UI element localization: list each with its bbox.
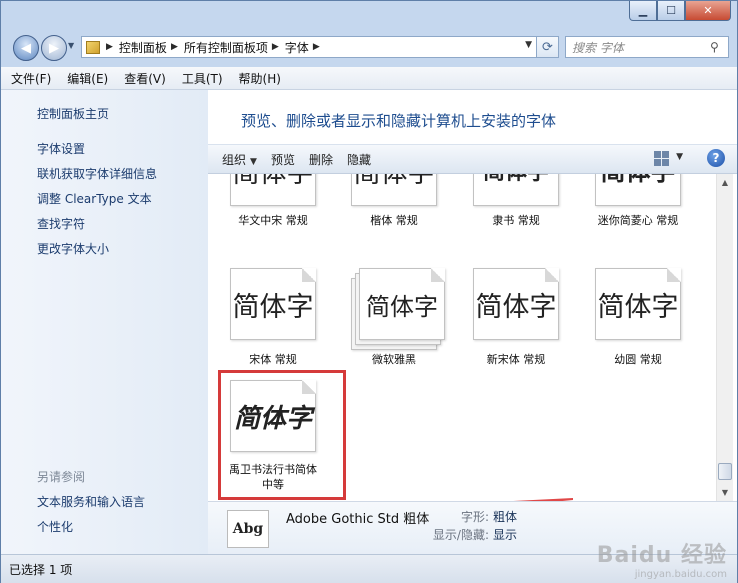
font-grid: 简体字 华文中宋 常规 简体字 楷体 常规 简体字 隶书 常规 简体字 迷你简菱… [208,174,714,501]
change-view-icon[interactable] [654,151,669,166]
address-dropdown-icon[interactable]: ▼ [525,40,532,50]
selected-font-name: Adobe Gothic Std 粗体 [286,512,430,527]
font-label: 新宋体 常规 [486,353,546,366]
font-label: 幼圆 常规 [614,353,662,366]
page-title: 预览、删除或者显示和隐藏计算机上安装的字体 [241,112,557,130]
font-label: 微软雅黑 [372,353,416,366]
style-value: 粗体 [493,510,518,524]
watermark: Baidu 经验 jingyan.baidu.com [597,537,727,580]
maximize-button[interactable]: ☐ [657,1,685,21]
back-button[interactable]: ◀ [13,35,39,61]
menu-bar: 文件(F) 编辑(E) 查看(V) 工具(T) 帮助(H) [1,67,737,90]
font-preview-icon: 简体字 [595,268,681,340]
font-settings-link[interactable]: 字体设置 [37,140,85,157]
organize-label: 组织 [222,152,247,167]
see-also-heading: 另请参阅 [37,470,86,484]
menu-tools[interactable]: 工具(T) [176,70,229,87]
delete-button[interactable]: 删除 [309,151,333,168]
font-preview-icon: 简体字 [230,174,316,206]
font-label: 迷你简菱心 常规 [597,214,679,227]
font-file-icon: Abg [227,510,269,548]
search-input[interactable]: 搜索 字体 [572,39,710,56]
fonts-folder-icon [86,40,100,54]
main-content: 预览、删除或者显示和隐藏计算机上安装的字体 组织▼ 预览 删除 隐藏 ▼ ? 简… [208,90,737,555]
font-preview-icon: 简体字 [230,268,316,340]
hide-button[interactable]: 隐藏 [347,151,371,168]
forward-button[interactable]: ▶ [41,35,67,61]
caption-buttons: ▁ ☐ ✕ [629,1,731,21]
font-preview-icon: 简体字 [595,174,681,206]
breadcrumb-separator-icon[interactable]: ▶ [171,42,178,52]
address-bar[interactable]: ▶ 控制面板 ▶ 所有控制面板项 ▶ 字体 ▶ ▼ [81,36,537,58]
close-button[interactable]: ✕ [685,1,731,21]
status-text: 已选择 1 项 [9,563,73,577]
refresh-icon: ⟳ [542,39,553,55]
search-icon[interactable]: ⚲ [710,40,728,54]
visibility-label: 显示/隐藏: [432,528,489,542]
personalization-link[interactable]: 个性化 [37,518,73,535]
minimize-button[interactable]: ▁ [629,1,657,21]
search-box[interactable]: 搜索 字体 ⚲ [565,36,729,58]
control-panel-home-link[interactable]: 控制面板主页 [37,105,109,122]
close-icon: ✕ [703,4,713,17]
font-preview-icon: 简体字 [359,268,445,340]
watermark-logo: Baidu 经验 [596,543,727,568]
font-preview-icon: 简体字 [351,174,437,206]
breadcrumb-fonts[interactable]: 字体 [285,39,309,56]
get-font-info-online-link[interactable]: 联机获取字体详细信息 [37,165,157,182]
breadcrumb-separator-icon[interactable]: ▶ [272,42,279,52]
breadcrumb-control-panel[interactable]: 控制面板 [119,39,167,56]
breadcrumb-separator-icon[interactable]: ▶ [313,42,320,52]
help-icon[interactable]: ? [707,149,725,167]
command-toolbar: 组织 ▼ 预览 删除 隐藏 ▼ ? [208,144,737,174]
breadcrumb-all-control-panel-items[interactable]: 所有控制面板项 [184,39,268,56]
font-label: 隶书 常规 [492,214,540,227]
style-label: 字形: [460,510,489,524]
left-navigation-pane: 控制面板主页 字体设置 联机获取字体详细信息 调整 ClearType 文本 查… [1,90,208,554]
menu-edit[interactable]: 编辑(E) [61,70,114,87]
forward-arrow-icon: ▶ [49,40,59,56]
minimize-icon: ▁ [638,4,648,17]
breadcrumb-separator-icon[interactable]: ▶ [106,42,113,52]
font-label: 华文中宋 常规 [238,214,308,227]
font-preview-icon: 简体字 [473,268,559,340]
menu-help[interactable]: 帮助(H) [233,70,287,87]
find-character-link[interactable]: 查找字符 [37,215,85,232]
adjust-cleartype-link[interactable]: 调整 ClearType 文本 [37,190,152,207]
preview-button[interactable]: 预览 [271,151,295,168]
organize-dropdown-icon: ▼ [250,156,257,167]
explorer-window: ▁ ☐ ✕ ◀ ▶ ▼ ▶ 控制面板 ▶ 所有控制面板项 ▶ 字体 ▶ ▼ ⟳ … [0,0,738,583]
organize-button[interactable]: 组织 ▼ [222,151,257,168]
back-arrow-icon: ◀ [21,40,31,56]
font-label: 楷体 常规 [370,214,418,227]
recent-pages-dropdown[interactable]: ▼ [68,41,74,50]
text-services-link[interactable]: 文本服务和输入语言 [37,493,145,510]
font-label: 宋体 常规 [249,353,297,366]
navigation-bar: ◀ ▶ ▼ ▶ 控制面板 ▶ 所有控制面板项 ▶ 字体 ▶ ▼ ⟳ 搜索 字体 … [9,33,731,61]
change-font-size-link[interactable]: 更改字体大小 [37,240,109,257]
visibility-value: 显示 [493,528,518,542]
refresh-button[interactable]: ⟳ [537,36,559,58]
scrollbar-thumb[interactable] [718,463,732,480]
menu-view[interactable]: 查看(V) [118,70,172,87]
font-preview-icon: 简体字 [473,174,559,206]
scroll-up-icon[interactable]: ▲ [717,174,733,190]
view-dropdown-icon[interactable]: ▼ [676,152,683,162]
font-preview-icon: 简体字 [230,380,316,452]
font-label: 禹卫书法行书简体 中等 [229,463,317,491]
vertical-scrollbar[interactable]: ▲ ▼ [716,174,733,501]
menu-file[interactable]: 文件(F) [5,70,57,87]
watermark-url: jingyan.baidu.com [634,569,727,580]
maximize-icon: ☐ [666,4,676,17]
scroll-down-icon[interactable]: ▼ [717,484,733,500]
